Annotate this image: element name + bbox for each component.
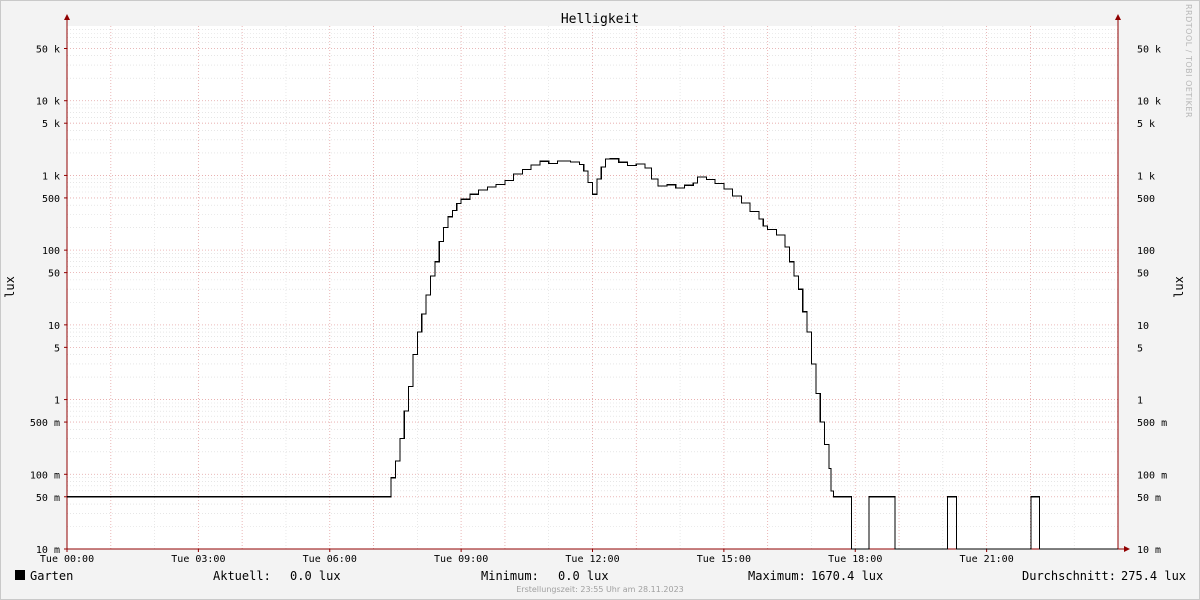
y-tick-label-right: 50 m: [1137, 493, 1161, 504]
y-tick-label-right: 50 k: [1137, 44, 1161, 55]
y-tick-label-left: 50: [48, 269, 60, 280]
x-tick-label: Tue 06:00: [303, 554, 357, 565]
watermark: RRDTOOL / TOBI OETIKER: [1184, 4, 1193, 119]
y-tick-label-right: 500: [1137, 194, 1155, 205]
y-tick-label-left: 10 k: [36, 97, 60, 108]
brightness-chart: 10 m 10 m50 m 50 m100 m 100 m500 m 500 m1 15 5…: [0, 0, 1200, 600]
x-tick-label: Tue 00:00: [40, 554, 94, 565]
legend-series-name: Garten: [30, 569, 74, 583]
y-tick-label-left: 500: [42, 194, 60, 205]
y-tick-label-left: 10: [48, 321, 60, 332]
y-tick-label-left: 100: [42, 246, 60, 257]
y-tick-label-right: 10 m: [1137, 545, 1161, 556]
y-tick-label-left: 5 k: [42, 119, 60, 130]
x-tick-label: Tue 09:00: [434, 554, 488, 565]
y-tick-label-left: 1: [54, 396, 60, 407]
maximum-value: 1670.4 lux: [811, 569, 884, 583]
y-axis-label-left: lux: [3, 276, 17, 298]
y-axis-label-right: lux: [1172, 276, 1186, 298]
y-tick-label-right: 10: [1137, 321, 1149, 332]
durchschnitt-label: Durchschnitt:: [1022, 569, 1116, 583]
y-tick-label-right: 50: [1137, 269, 1149, 280]
y-tick-label-right: 1 k: [1137, 171, 1155, 182]
x-tick-label: Tue 12:00: [565, 554, 619, 565]
legend: Garten Aktuell: 0.0 lux Minimum: 0.0 lux…: [0, 568, 1200, 584]
x-tick-label: Tue 03:00: [171, 554, 225, 565]
aktuell-value: 0.0 lux: [290, 569, 341, 583]
footer-timestamp: Erstellungszeit: 23:55 Uhr am 28.11.2023: [516, 585, 684, 594]
minimum-label: Minimum:: [481, 569, 539, 583]
y-tick-label-right: 5: [1137, 343, 1143, 354]
y-tick-label-right: 100 m: [1137, 470, 1167, 481]
chart-title: Helligkeit: [561, 12, 639, 27]
x-tick-label: Tue 15:00: [697, 554, 751, 565]
x-tick-label: Tue 21:00: [960, 554, 1014, 565]
y-tick-label-right: 1: [1137, 396, 1143, 407]
y-tick-label-right: 5 k: [1137, 119, 1155, 130]
legend-swatch: [15, 570, 25, 580]
y-tick-label-left: 100 m: [30, 470, 60, 481]
aktuell-label: Aktuell:: [213, 569, 271, 583]
y-tick-label-right: 10 k: [1137, 97, 1161, 108]
minimum-value: 0.0 lux: [558, 569, 609, 583]
y-tick-label-left: 50 k: [36, 44, 60, 55]
y-tick-label-left: 1 k: [42, 171, 60, 182]
y-tick-label-left: 5: [54, 343, 60, 354]
x-tick-label: Tue 18:00: [828, 554, 882, 565]
y-tick-label-left: 50 m: [36, 493, 60, 504]
maximum-label: Maximum:: [748, 569, 806, 583]
y-tick-label-left: 500 m: [30, 418, 60, 429]
durchschnitt-value: 275.4 lux: [1121, 569, 1187, 583]
y-tick-label-right: 500 m: [1137, 418, 1167, 429]
y-tick-label-right: 100: [1137, 246, 1155, 257]
